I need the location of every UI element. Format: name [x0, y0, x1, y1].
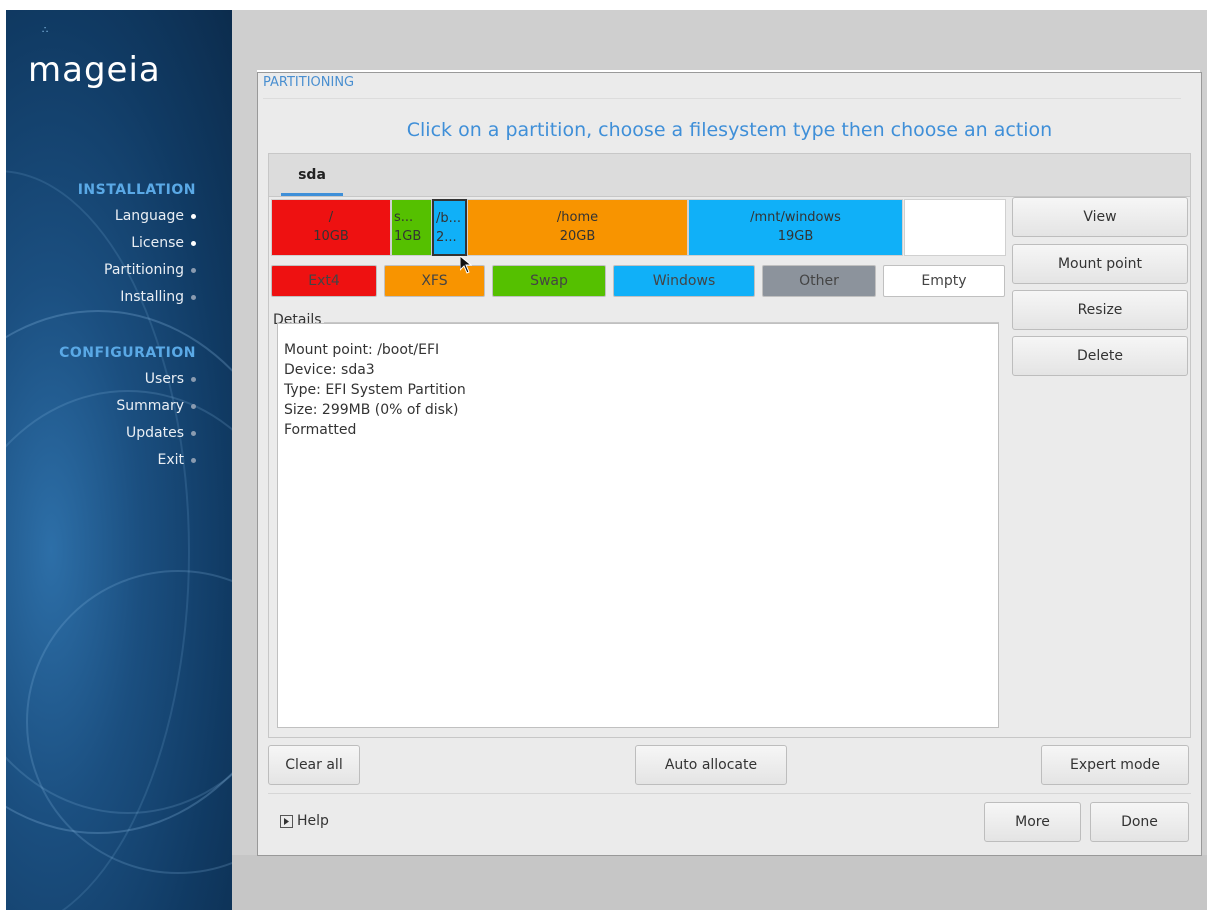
step-status-dot — [191, 430, 196, 436]
legend-empty[interactable]: Empty — [883, 265, 1005, 297]
partition-home[interactable]: /home 20GB — [467, 199, 688, 256]
step-status-dot — [191, 267, 196, 273]
installation-heading: INSTALLATION — [77, 182, 196, 198]
more-button[interactable]: More — [984, 802, 1081, 842]
step-status-dot — [191, 403, 196, 409]
clear-all-button[interactable]: Clear all — [268, 745, 360, 785]
legend-swap[interactable]: Swap — [492, 265, 606, 297]
mageia-logo: ∴ mageia — [28, 25, 161, 91]
legend-windows[interactable]: Windows — [613, 265, 755, 297]
done-button[interactable]: Done — [1090, 802, 1189, 842]
view-button[interactable]: View — [1012, 197, 1188, 237]
delete-button[interactable]: Delete — [1012, 336, 1188, 376]
step-language: Language — [115, 208, 196, 224]
step-users: Users — [145, 371, 196, 387]
details-line: Type: EFI System Partition — [284, 382, 466, 398]
partitioning-dialog: PARTITIONING Click on a partition, choos… — [257, 72, 1202, 856]
active-tab-indicator — [281, 193, 343, 196]
mouse-cursor-icon — [459, 254, 473, 278]
tab-sda[interactable]: sda — [281, 154, 343, 196]
left-frame — [232, 70, 257, 855]
step-summary: Summary — [116, 398, 196, 414]
configuration-heading: CONFIGURATION — [59, 345, 196, 361]
help-label: Help — [297, 813, 329, 829]
step-status-dot — [191, 213, 196, 219]
partition-root[interactable]: /10GB — [271, 199, 391, 256]
details-line: Mount point: /boot/EFI — [284, 342, 440, 358]
legend-other[interactable]: Other — [762, 265, 876, 297]
expand-arrow-icon — [280, 814, 293, 828]
expert-mode-button[interactable]: Expert mode — [1041, 745, 1189, 785]
partition-boot-efi[interactable]: /b... 2... — [432, 199, 467, 256]
dialog-title: PARTITIONING — [263, 75, 355, 90]
title-divider — [263, 98, 1181, 99]
step-updates: Updates — [126, 425, 196, 441]
step-status-dot — [191, 240, 196, 246]
details-line: Formatted — [284, 422, 357, 438]
step-installing: Installing — [120, 289, 196, 305]
details-box: Mount point: /boot/EFI Device: sda3 Type… — [277, 323, 999, 728]
step-license: License — [131, 235, 196, 251]
partition-free-space[interactable] — [904, 199, 1006, 256]
instruction-text: Click on a partition, choose a filesyste… — [406, 119, 1053, 141]
resize-button[interactable]: Resize — [1012, 290, 1188, 330]
installer-sidebar: ∴ mageia INSTALLATION Language License P… — [6, 10, 232, 910]
legend-ext4[interactable]: Ext4 — [271, 265, 377, 297]
bottom-frame — [232, 855, 1207, 910]
partition-windows[interactable]: /mnt/windows 19GB — [688, 199, 903, 256]
step-status-dot — [191, 376, 196, 382]
auto-allocate-button[interactable]: Auto allocate — [635, 745, 787, 785]
step-partitioning: Partitioning — [104, 262, 196, 278]
partition-bar: /10GB s... 1GB /b... 2... /home 20GB /mnt/w… — [271, 199, 1006, 256]
disk-panel: sda /10GB s... 1GB /b... 2... /home 20GB /m… — [268, 153, 1191, 738]
details-line: Size: 299MB (0% of disk) — [284, 402, 459, 418]
step-status-dot — [191, 294, 196, 300]
step-exit: Exit — [157, 452, 196, 468]
partition-swap[interactable]: s... 1GB — [391, 199, 432, 256]
footer-divider — [268, 793, 1191, 794]
disk-tabs: sda — [269, 154, 1190, 197]
top-frame — [232, 10, 1207, 70]
mount-point-button[interactable]: Mount point — [1012, 244, 1188, 284]
step-status-dot — [191, 457, 196, 463]
details-line: Device: sda3 — [284, 362, 375, 378]
help-toggle[interactable]: Help — [280, 813, 329, 829]
